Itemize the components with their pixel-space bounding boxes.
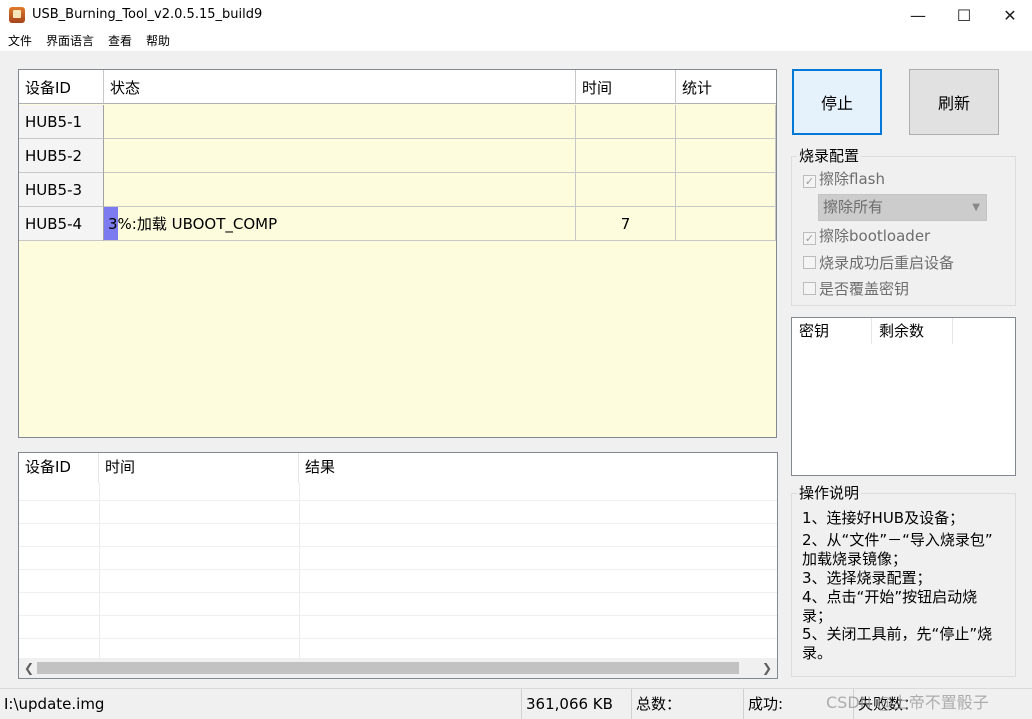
- overwrite-key-checkbox[interactable]: 是否覆盖密钥: [803, 279, 909, 299]
- stat-cell: [676, 207, 776, 241]
- column-header-device-id[interactable]: 设备ID: [19, 453, 99, 483]
- reset-after-success-checkbox[interactable]: 烧录成功后重启设备: [803, 253, 954, 273]
- column-divider: [99, 483, 100, 659]
- column-header-time[interactable]: 时间: [576, 70, 676, 104]
- time-cell: 7: [576, 207, 676, 241]
- column-header-stat[interactable]: 统计: [676, 70, 776, 104]
- key-table[interactable]: 密钥 剩余数: [791, 317, 1016, 476]
- status-cell: 3%:加载 UBOOT_COMP: [104, 207, 576, 241]
- chevron-down-icon: ▼: [972, 202, 980, 213]
- column-header-remaining[interactable]: 剩余数: [872, 318, 953, 344]
- window-title: USB_Burning_Tool_v2.0.5.15_build9: [32, 7, 263, 22]
- menu-bar: 文件 界面语言 查看 帮助: [0, 31, 1032, 51]
- column-header-status[interactable]: 状态: [104, 70, 576, 104]
- status-cell: [104, 139, 576, 173]
- close-button[interactable]: ✕: [987, 0, 1032, 31]
- menu-file[interactable]: 文件: [8, 33, 32, 49]
- time-cell: [576, 105, 676, 139]
- erase-flash-checkbox[interactable]: ✓ 擦除flash: [803, 169, 885, 189]
- checkbox-unchecked-icon[interactable]: [803, 282, 816, 295]
- overwrite-key-label: 是否覆盖密钥: [819, 280, 910, 298]
- app-icon: [9, 7, 25, 23]
- scroll-right-icon[interactable]: ❯: [758, 659, 776, 677]
- column-header-key[interactable]: 密钥: [792, 318, 872, 344]
- menu-help[interactable]: 帮助: [146, 33, 170, 49]
- row-divider: [19, 592, 777, 593]
- erase-flash-label: 擦除flash: [819, 170, 885, 188]
- stop-button[interactable]: 停止: [792, 69, 882, 135]
- row-divider: [19, 500, 777, 501]
- erase-bootloader-checkbox[interactable]: ✓ 擦除bootloader: [803, 226, 930, 246]
- stat-cell: [676, 173, 776, 207]
- menu-language[interactable]: 界面语言: [46, 33, 94, 49]
- stat-cell: [676, 139, 776, 173]
- column-header-time[interactable]: 时间: [99, 453, 299, 483]
- device-table[interactable]: 设备ID 状态 时间 统计 HUB5-1 HUB5-2 HUB5-3 HUB5-…: [18, 69, 777, 438]
- watermark-text: CSDN @上帝不置骰子: [826, 693, 989, 712]
- device-id-cell[interactable]: HUB5-4: [19, 207, 104, 241]
- row-divider: [19, 638, 777, 639]
- instruction-line: 1、连接好HUB及设备；: [802, 509, 965, 527]
- instructions-title: 操作说明: [797, 484, 862, 502]
- image-size: 361,066 KB: [522, 689, 632, 719]
- device-id-cell[interactable]: HUB5-1: [19, 105, 104, 139]
- checkbox-checked-icon[interactable]: ✓: [803, 232, 816, 245]
- column-header-device-id[interactable]: 设备ID: [19, 70, 104, 104]
- stat-cell: [676, 105, 776, 139]
- erase-mode-select[interactable]: 擦除所有 ▼: [818, 194, 987, 221]
- menu-view[interactable]: 查看: [108, 33, 132, 49]
- minimize-button[interactable]: —: [895, 0, 941, 31]
- row-divider: [19, 546, 777, 547]
- status-cell: [104, 173, 576, 207]
- erase-bootloader-label: 擦除bootloader: [819, 227, 931, 245]
- scrollbar-thumb[interactable]: [37, 662, 739, 674]
- time-cell: [576, 173, 676, 207]
- row-divider: [19, 523, 777, 524]
- row-divider: [19, 569, 777, 570]
- instruction-line: 录。: [802, 644, 833, 662]
- column-divider: [299, 483, 300, 659]
- scroll-left-icon[interactable]: ❮: [20, 659, 38, 677]
- reset-after-success-label: 烧录成功后重启设备: [819, 254, 955, 272]
- device-id-cell[interactable]: HUB5-2: [19, 139, 104, 173]
- maximize-button[interactable]: ☐: [941, 0, 987, 31]
- column-header-result[interactable]: 结果: [299, 453, 777, 483]
- status-cell: [104, 105, 576, 139]
- checkbox-checked-icon[interactable]: ✓: [803, 175, 816, 188]
- burn-config-title: 烧录配置: [797, 147, 862, 165]
- checkbox-unchecked-icon[interactable]: [803, 256, 816, 269]
- row-divider: [19, 615, 777, 616]
- image-path: I:\update.img: [0, 689, 522, 719]
- result-table[interactable]: 设备ID 时间 结果: [18, 452, 778, 679]
- total-count-label: 总数：: [632, 689, 744, 719]
- time-cell: [576, 139, 676, 173]
- erase-mode-value: 擦除所有: [823, 198, 884, 216]
- device-id-cell[interactable]: HUB5-3: [19, 173, 104, 207]
- refresh-button[interactable]: 刷新: [909, 69, 999, 135]
